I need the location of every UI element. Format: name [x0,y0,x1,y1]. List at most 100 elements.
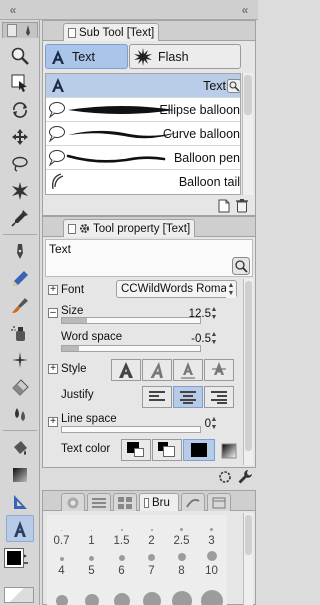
blend-tool[interactable] [6,400,34,427]
line-space-slider[interactable] [61,426,201,433]
eyedropper-tool[interactable] [6,204,34,231]
trash-icon[interactable] [235,198,249,213]
text-color-main-button[interactable] [121,439,151,461]
flash-burst-icon [134,47,152,66]
size-slider[interactable] [61,317,201,324]
zoom-tool[interactable] [6,42,34,69]
collapse-left-icon[interactable]: « [6,3,20,17]
style-outline-button[interactable] [204,359,234,381]
brush-tool[interactable] [6,292,34,319]
wrench-icon[interactable] [237,469,253,485]
paint-bucket-icon [14,440,27,455]
main-color-chip[interactable] [4,548,24,568]
expand-plus-icon[interactable]: + [48,417,58,427]
brush-size-cell[interactable]: 10 [197,547,226,577]
brush-size-cell[interactable]: 0.7 [47,517,76,547]
detail-settings-icon[interactable] [232,257,250,275]
spin-arrows-icon[interactable]: ▲ ▼ [209,416,219,432]
tab-color-set[interactable] [113,493,137,511]
sub-tool-item-balloon-tail[interactable]: Balloon tail [46,170,240,194]
gradient-square-icon [13,467,27,482]
brush-size-cell[interactable]: 7 [137,547,166,577]
brush-size-cell[interactable]: 2.5 [167,517,196,547]
brush-size-cell[interactable]: 2 [137,517,166,547]
tool-property-scrollbar[interactable] [243,279,253,465]
move-layer-tool[interactable] [6,96,34,123]
brush-size-cell[interactable]: 1 [77,517,106,547]
brush-size-cell[interactable]: 1.5 [107,517,136,547]
reset-settings-icon[interactable] [218,470,232,484]
brush-size-dot [143,592,161,605]
transform-tool[interactable] [6,123,34,150]
brush-size-cell[interactable]: 4 [47,547,76,577]
text-color-sub-button[interactable] [152,439,182,461]
airbrush-tool[interactable] [6,319,34,346]
brush-size-cell[interactable]: 3 [197,517,226,547]
sub-tool-item-text[interactable]: Text [46,74,241,98]
brush-size-scrollbar[interactable] [243,513,253,605]
tool-palette-tab[interactable] [2,22,38,38]
sub-tool-item-curve-balloon[interactable]: Curve balloon [46,122,240,146]
text-tool[interactable] [6,515,34,542]
sub-tool-list: Text Ellipse balloon Curve balloon Ballo… [45,73,241,195]
style-underline-button[interactable] [173,359,203,381]
lasso-tool[interactable] [6,150,34,177]
sub-tool-tab-icon [68,27,76,38]
style-italic-button[interactable] [142,359,172,381]
tab-color-wheel[interactable] [61,493,85,511]
justify-right-button[interactable] [204,386,234,408]
stroke-preview-icon [66,154,166,163]
expand-plus-icon[interactable]: + [48,364,58,374]
tab-brush-size[interactable]: Bru [139,493,179,511]
brush-size-label: 1.5 [113,535,130,547]
sparkle-icon [12,351,28,368]
transparent-color-chip[interactable] [4,587,34,603]
style-bold-button[interactable] [111,359,141,381]
word-space-slider[interactable] [61,345,201,352]
auto-select-tool[interactable] [6,177,34,204]
brush-size-dot [150,529,153,531]
sub-tool-item-ellipse-balloon[interactable]: Ellipse balloon [46,98,240,122]
pencil-tool[interactable] [6,265,34,292]
operation-tool[interactable] [6,69,34,96]
brush-size-cell[interactable]: 8 [167,547,196,577]
add-sub-tool-icon[interactable] [217,199,231,213]
sub-tool-item-balloon-pen[interactable]: Balloon pen [46,146,240,170]
collapse-minus-icon[interactable]: – [48,308,58,318]
scrollbar-thumb[interactable] [244,75,252,115]
collapse-right-icon[interactable]: « [238,3,252,17]
decoration-tool[interactable] [6,346,34,373]
sub-tool-group-flash[interactable]: Flash [129,44,241,69]
tool-property-tab[interactable]: Tool property [Text] [63,219,196,237]
tab-history[interactable] [207,493,231,511]
sub-tool-list-scrollbar[interactable] [242,73,253,195]
eraser-tool[interactable] [6,373,34,400]
sub-tool-item-label: Ellipse balloon [159,103,240,117]
tab-color-slider[interactable] [87,493,111,511]
style-label: Style [61,363,87,375]
scrollbar-thumb[interactable] [245,515,252,555]
text-color-user-button[interactable] [183,439,215,461]
brush-size-cell[interactable]: 5 [77,547,106,577]
sub-tool-tab[interactable]: Sub Tool [Text] [63,23,160,41]
brush-size-cell[interactable]: 6 [107,547,136,577]
sub-tool-item-label: Balloon pen [173,151,240,165]
justify-center-button[interactable] [173,386,203,408]
spin-arrows-icon[interactable]: ▲ ▼ [209,331,219,347]
fill-tool[interactable] [6,434,34,461]
scrollbar-thumb[interactable] [245,281,252,451]
speech-balloon-icon [49,102,65,118]
water-drops-icon [15,407,25,421]
expand-plus-icon[interactable]: + [48,285,58,295]
settings-magnifier-icon[interactable] [227,79,241,93]
sub-tool-group-text[interactable]: Text [45,44,128,69]
align-center-icon [180,391,196,404]
brush-size-dot [210,528,213,531]
tab-pen-pressure[interactable] [181,493,205,511]
pen-tool[interactable] [6,238,34,265]
font-dropdown[interactable]: CCWildWords Roman [116,280,237,298]
justify-left-button[interactable] [142,386,172,408]
gradient-tool[interactable] [6,461,34,488]
spin-arrows-icon[interactable]: ▲ ▼ [209,306,219,322]
figure-tool[interactable] [6,488,34,515]
